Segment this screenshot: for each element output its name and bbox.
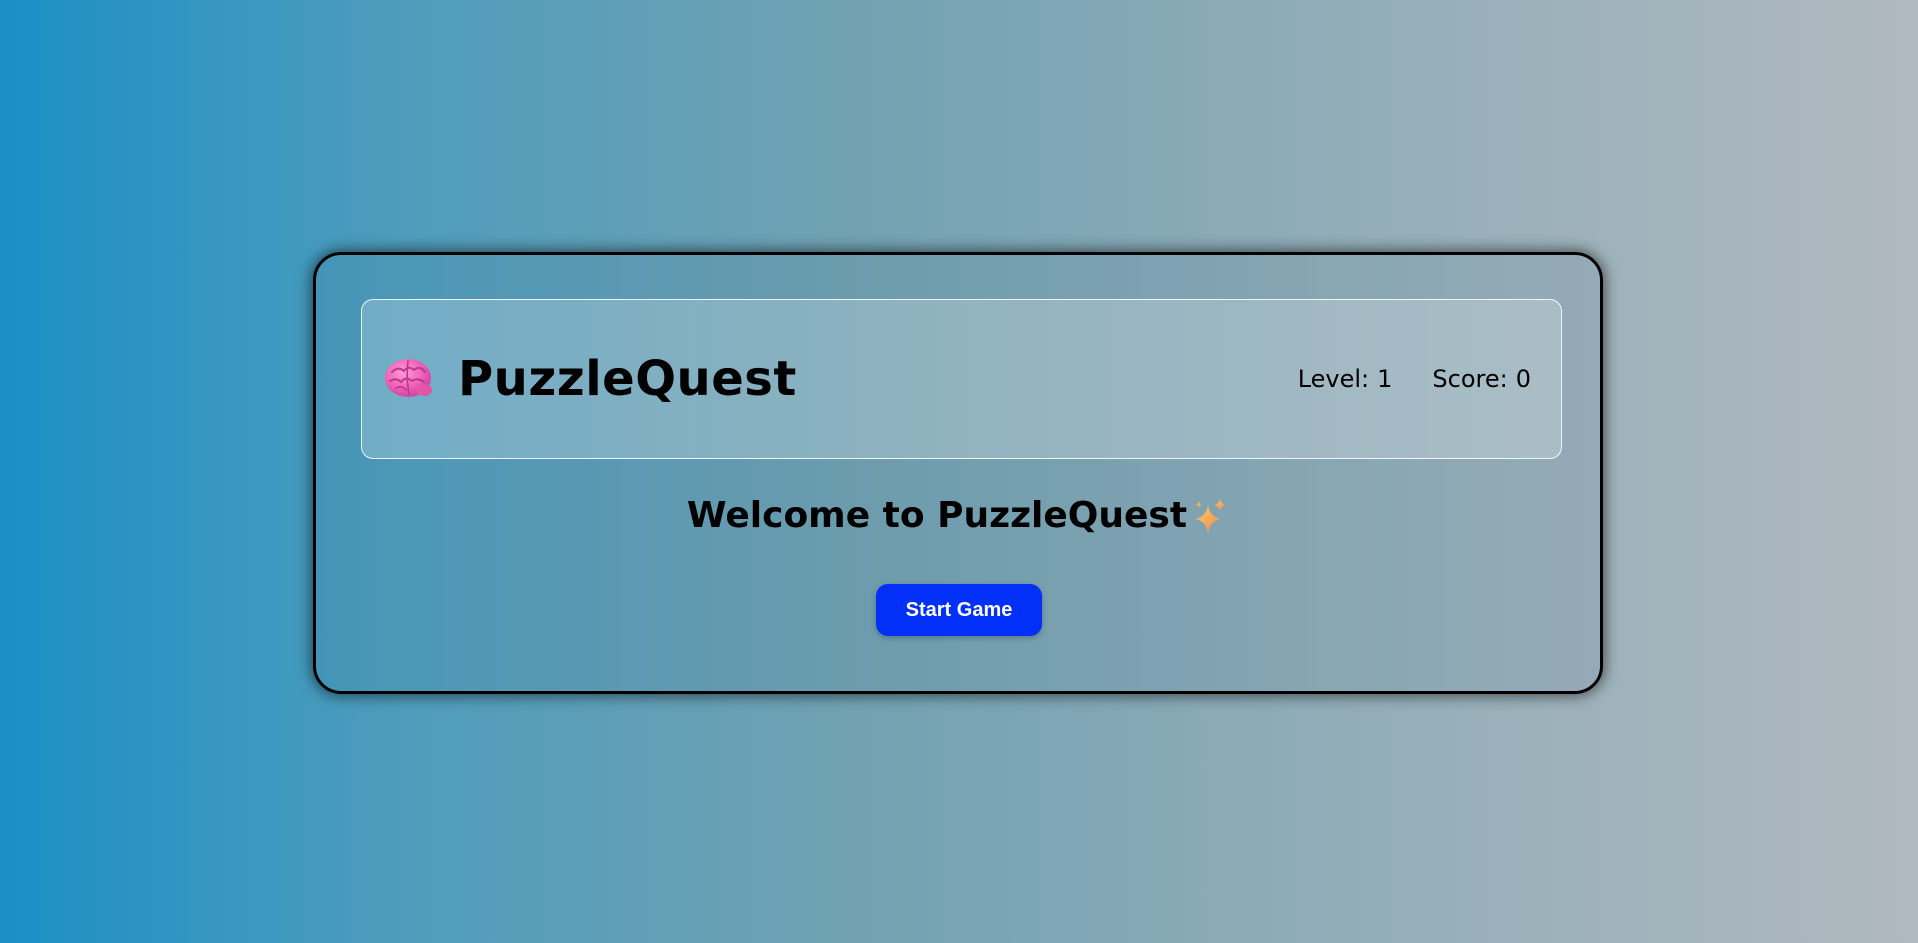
welcome-row: Welcome to PuzzleQuest <box>316 495 1600 536</box>
start-game-button[interactable]: Start Game <box>876 584 1042 636</box>
header-panel: PuzzleQuest Level: 1 Score: 0 <box>361 299 1562 459</box>
app-title: PuzzleQuest <box>458 351 797 407</box>
stats: Level: 1 Score: 0 <box>1298 365 1531 393</box>
score-stat: Score: 0 <box>1432 365 1531 393</box>
welcome-title: Welcome to PuzzleQuest <box>686 495 1188 536</box>
game-card: PuzzleQuest Level: 1 Score: 0 Welcome to… <box>313 252 1603 694</box>
score-label: Score: <box>1432 365 1508 393</box>
score-value: 0 <box>1515 365 1531 393</box>
brain-icon <box>384 356 436 402</box>
sparkle-icon <box>1191 497 1229 535</box>
level-label: Level: <box>1297 365 1370 393</box>
level-stat: Level: 1 <box>1298 365 1393 393</box>
level-value: 1 <box>1377 365 1393 393</box>
brand: PuzzleQuest <box>384 351 797 407</box>
